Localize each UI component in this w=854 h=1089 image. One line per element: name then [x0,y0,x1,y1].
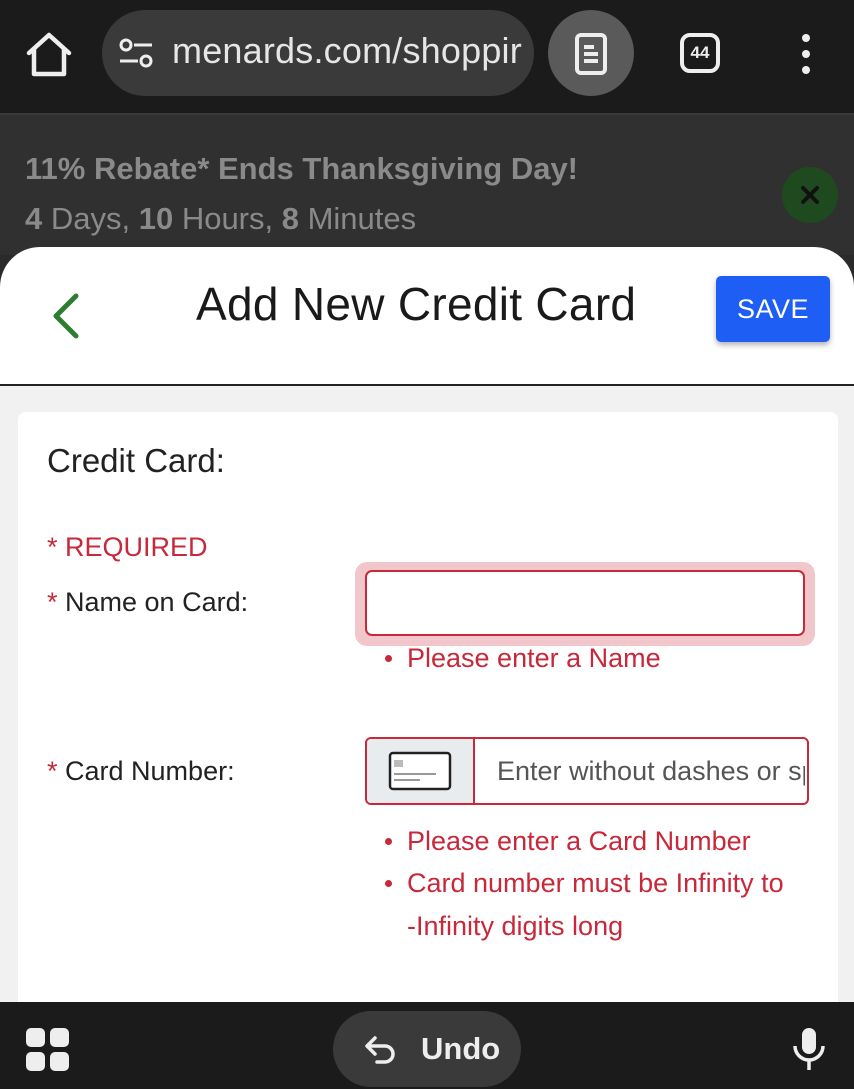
reader-mode-icon [575,33,607,75]
error-message: Card number must be Infinity to [385,862,784,904]
sheet-header: Add New Credit Card SAVE [0,247,854,386]
undo-icon [365,1036,395,1064]
url-text[interactable]: menards.com/shoppir [172,30,522,72]
promo-close-button[interactable] [782,167,838,223]
countdown-hours-unit: Hours, [173,201,282,236]
card-number-input[interactable] [475,739,805,803]
countdown-days-unit: Days, [42,201,139,236]
site-settings-icon[interactable] [118,37,154,69]
page-title: Add New Credit Card [196,278,637,330]
bottom-toolbar: Undo [0,1002,854,1089]
credit-card-icon [388,751,452,791]
countdown-minutes: 8 [281,201,299,236]
tab-switcher-button[interactable]: 44 [680,33,720,73]
save-button[interactable]: SAVE [716,276,830,342]
countdown-days: 4 [25,201,43,236]
name-on-card-input[interactable] [365,570,805,636]
home-icon[interactable] [22,28,76,82]
card-number-label-text: Card Number: [57,756,235,786]
undo-label: Undo [421,1031,501,1066]
card-number-label: * Card Number: [47,756,235,787]
microphone-icon[interactable] [790,1026,828,1074]
chevron-left-icon [53,293,79,339]
reader-mode-button[interactable] [548,10,634,96]
apps-grid-icon[interactable] [26,1028,70,1072]
error-message: Please enter a Name [385,637,661,679]
name-on-card-label-text: Name on Card: [57,587,249,617]
back-button[interactable] [46,291,86,341]
required-note: * REQUIRED [47,532,208,562]
countdown-minutes-unit: Minutes [298,201,417,236]
credit-card-form-card: Credit Card: * REQUIRED * Name on Card: … [18,412,838,1032]
address-bar[interactable]: menards.com/shoppir [102,10,534,96]
name-on-card-label: * Name on Card: [47,587,248,618]
countdown-hours: 10 [138,201,174,236]
browser-toolbar: menards.com/shoppir 44 [0,0,854,115]
error-message: Please enter a Card Number [385,820,784,862]
more-options-icon[interactable] [790,34,822,74]
section-title: Credit Card: [47,442,225,479]
required-star: * [47,587,58,617]
name-on-card-focus-ring [355,562,815,646]
card-number-error-list: Please enter a Card Number Card number m… [385,820,784,904]
card-number-input-group [365,737,809,805]
undo-button[interactable]: Undo [333,1011,521,1087]
promo-countdown: 4 Days, 10 Hours, 8 Minutes [25,201,416,237]
card-addon [367,739,475,803]
close-icon [801,186,819,204]
error-message-continuation: -Infinity digits long [407,911,624,941]
required-star: * [47,756,58,786]
promo-title: 11% Rebate* Ends Thanksgiving Day! [25,151,579,186]
promo-banner: 11% Rebate* Ends Thanksgiving Day! 4 Day… [0,115,854,255]
form-content: Credit Card: * REQUIRED * Name on Card: … [0,386,854,1032]
name-error-list: Please enter a Name [385,637,661,679]
